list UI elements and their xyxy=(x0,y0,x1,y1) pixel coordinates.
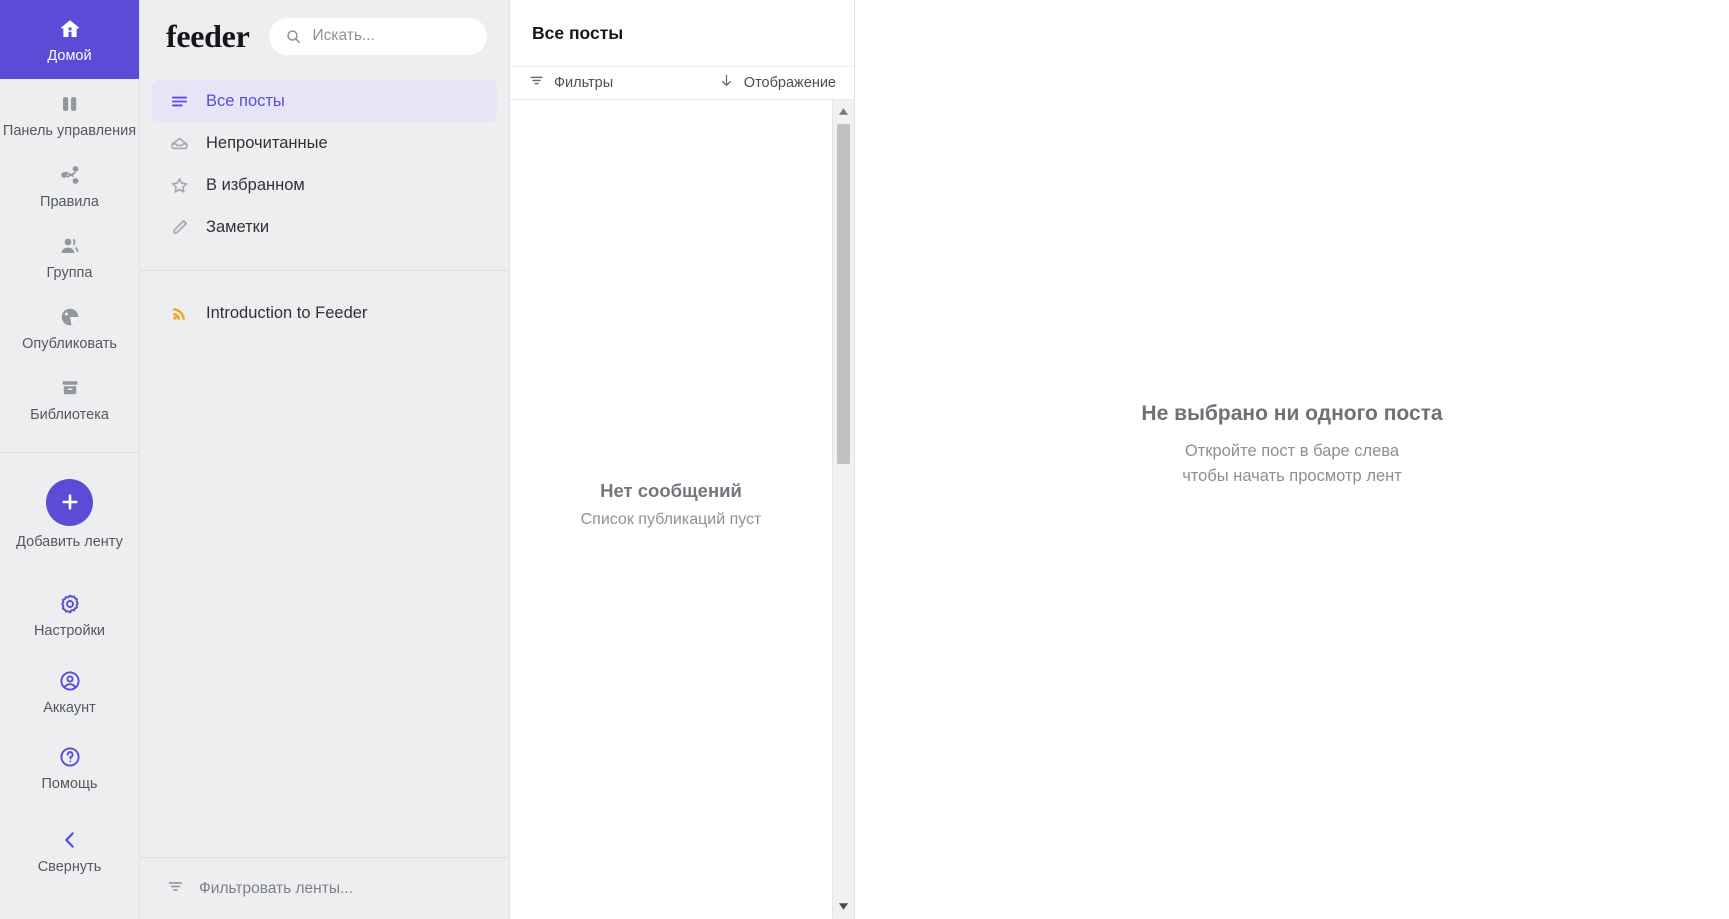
rail-item-label: Свернуть xyxy=(37,859,102,876)
rail-item-library[interactable]: Библиотека xyxy=(0,363,139,434)
sidebar-item-starred[interactable]: В избранном xyxy=(152,164,497,206)
empty-state-title: Нет сообщений xyxy=(600,480,742,501)
reader-empty-line-1: Откройте пост в баре слева xyxy=(1184,442,1400,461)
display-label: Отображение xyxy=(743,75,836,91)
app-root: Домой Панель управления Правила Группа О… xyxy=(0,0,1729,919)
search-icon xyxy=(285,28,302,45)
gear-icon xyxy=(58,591,82,617)
rail-item-rules[interactable]: Правила xyxy=(0,150,139,221)
filter-icon xyxy=(528,72,545,94)
rail-item-help[interactable]: Помощь xyxy=(0,726,139,803)
sidebar-header: feeder xyxy=(140,0,509,72)
rail-item-settings[interactable]: Настройки xyxy=(0,561,139,650)
post-list-toolbar: Фильтры Отображение xyxy=(510,67,854,100)
inbox-icon xyxy=(168,133,190,154)
brand-logo[interactable]: feeder xyxy=(166,20,250,52)
rail-item-label: Опубликовать xyxy=(22,335,117,352)
display-button[interactable]: Отображение xyxy=(718,72,836,94)
reader-pane: Не выбрано ни одного поста Откройте пост… xyxy=(855,0,1729,919)
add-feed-button[interactable]: Добавить ленту xyxy=(0,453,139,561)
search-box[interactable] xyxy=(269,17,487,55)
scrollbar-thumb[interactable] xyxy=(837,124,850,464)
star-icon xyxy=(168,175,190,196)
rail-item-label: Аккаунт xyxy=(43,699,96,716)
add-feed-label: Добавить ленту xyxy=(16,533,123,550)
rail-item-label: Помощь xyxy=(41,776,98,793)
reader-empty-title: Не выбрано ни одного поста xyxy=(1141,402,1443,426)
help-circle-icon xyxy=(58,744,82,770)
post-list-column: Все посты Фильтры Отображение Нет сообще… xyxy=(510,0,855,919)
rail-item-dashboard[interactable]: Панель управления xyxy=(0,79,139,150)
publish-icon xyxy=(58,304,82,330)
rail-item-collapse[interactable]: Свернуть xyxy=(0,803,139,902)
empty-state-subtitle: Список публикаций пуст xyxy=(580,511,762,528)
reader-empty-subtitle: Откройте пост в баре слева чтобы начать … xyxy=(1182,439,1402,489)
rail-item-label: Домой xyxy=(47,48,92,64)
feeds-sidebar: feeder Все посты xyxy=(140,0,510,919)
plus-icon xyxy=(46,478,93,526)
rail-item-account[interactable]: Аккаунт xyxy=(0,650,139,727)
sidebar-item-label: Заметки xyxy=(206,217,270,236)
rail-item-group[interactable]: Группа xyxy=(0,221,139,292)
rail-item-label: Настройки xyxy=(33,622,106,639)
page-title: Все посты xyxy=(532,22,624,43)
sidebar-item-notes[interactable]: Заметки xyxy=(152,206,497,248)
filter-feeds-label: Фильтровать ленты... xyxy=(199,879,353,897)
share-icon xyxy=(58,162,82,188)
arrow-down-icon xyxy=(718,72,735,94)
filters-button[interactable]: Фильтры xyxy=(528,72,613,94)
sidebar-item-label: Все посты xyxy=(206,91,285,110)
feed-item-introduction-to-feeder[interactable]: Introduction to Feeder xyxy=(152,291,497,335)
pencil-icon xyxy=(168,217,190,238)
rail-item-publish[interactable]: Опубликовать xyxy=(0,292,139,363)
filters-label: Фильтры xyxy=(554,75,614,91)
home-icon xyxy=(58,16,82,42)
feed-item-label: Introduction to Feeder xyxy=(206,303,368,322)
post-list-empty-state: Нет сообщений Список публикаций пуст xyxy=(510,100,854,919)
sidebar-item-unread[interactable]: Непрочитанные xyxy=(152,122,497,164)
post-list-header: Все посты xyxy=(510,0,854,67)
rss-icon xyxy=(168,304,190,323)
rail-item-label: Правила xyxy=(40,193,99,210)
sidebar-nav-list: Все посты Непрочитанные В избранном Заме… xyxy=(140,72,509,248)
rail-item-label: Группа xyxy=(46,264,93,281)
library-icon xyxy=(58,375,82,401)
filter-icon xyxy=(166,877,185,901)
feed-list: Introduction to Feeder xyxy=(140,271,509,335)
list-icon xyxy=(168,91,190,112)
sidebar-item-all-posts[interactable]: Все посты xyxy=(152,80,497,122)
left-nav-rail: Домой Панель управления Правила Группа О… xyxy=(0,0,140,919)
rail-item-home[interactable]: Домой xyxy=(0,0,139,79)
rail-item-label: Библиотека xyxy=(30,406,109,423)
post-list-scrollbar[interactable] xyxy=(832,100,854,919)
sidebar-item-label: Непрочитанные xyxy=(206,133,328,152)
caret-up-icon[interactable] xyxy=(838,102,849,120)
search-input[interactable] xyxy=(312,27,471,45)
group-icon xyxy=(58,233,82,259)
filter-feeds-row[interactable]: Фильтровать ленты... xyxy=(140,857,509,919)
account-circle-icon xyxy=(58,668,82,694)
reader-empty-line-2: чтобы начать просмотр лент xyxy=(1182,467,1402,485)
caret-down-icon[interactable] xyxy=(838,897,849,915)
chevron-left-icon xyxy=(58,827,82,853)
sidebar-item-label: В избранном xyxy=(206,175,305,194)
dashboard-icon xyxy=(58,91,82,117)
rail-item-label: Панель управления xyxy=(2,122,137,139)
